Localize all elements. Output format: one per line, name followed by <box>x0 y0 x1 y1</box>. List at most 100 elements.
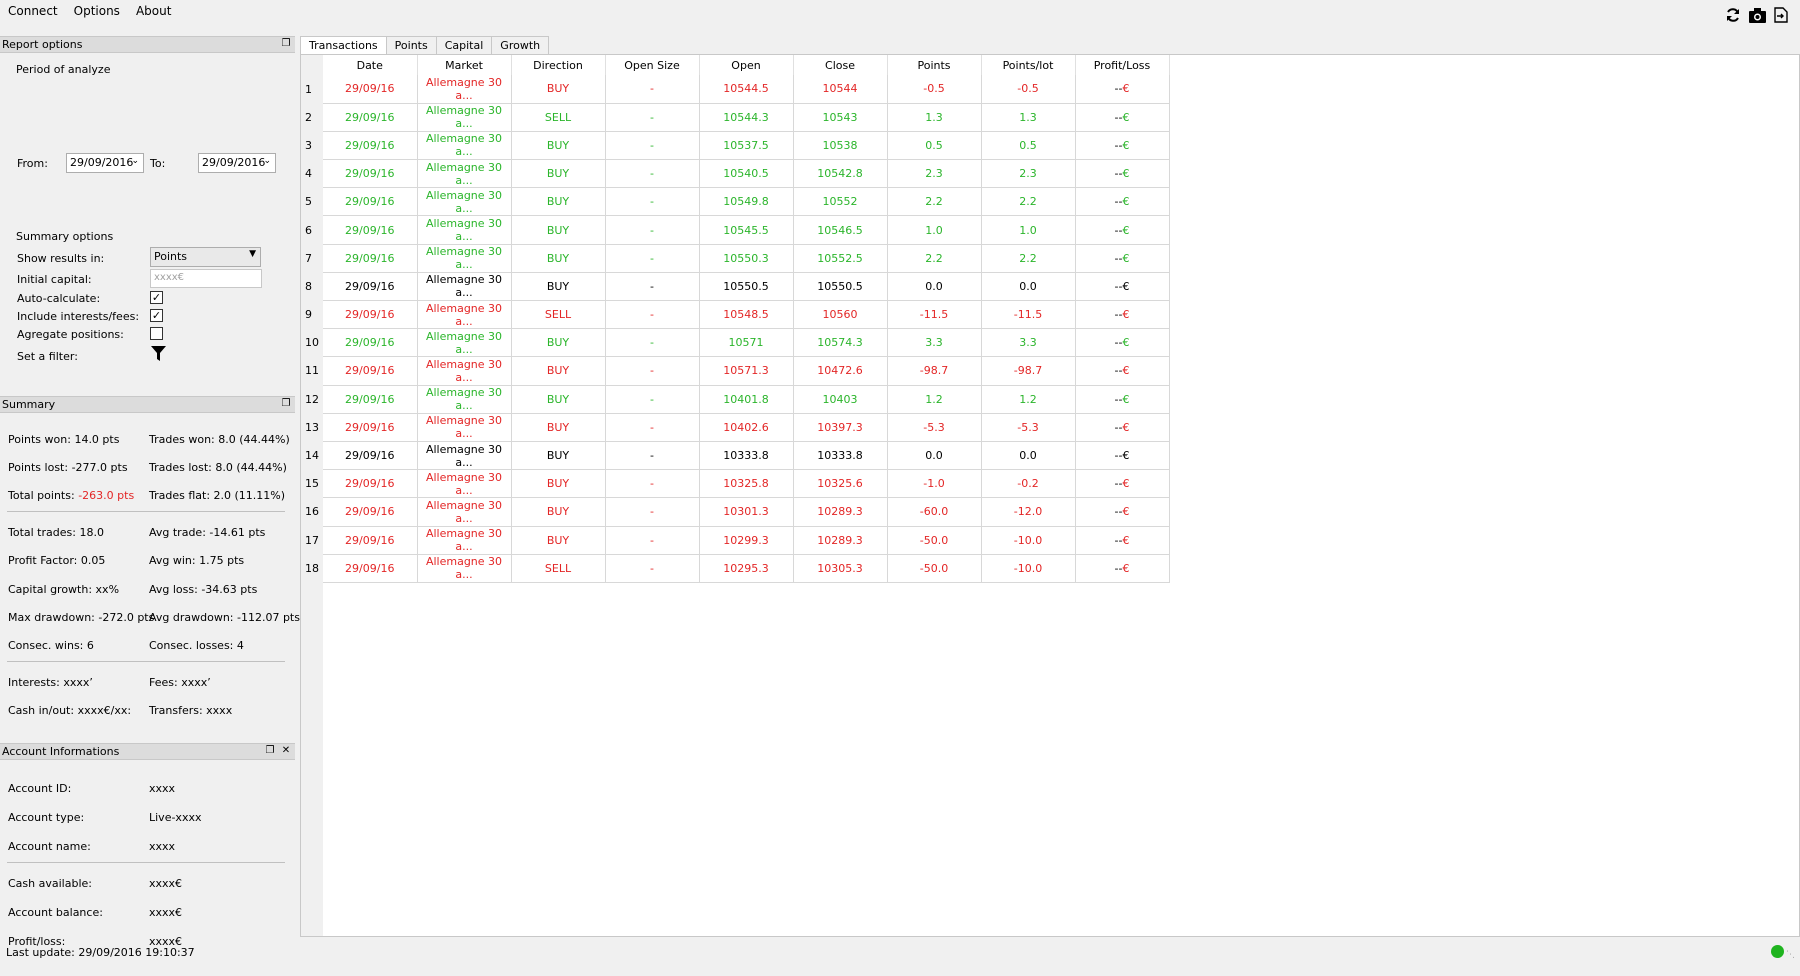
column-header[interactable]: Profit/Loss <box>1075 55 1170 75</box>
table-cell[interactable]: 10560 <box>793 300 888 330</box>
table-cell-profit-loss[interactable]: --€ <box>1075 215 1170 245</box>
table-cell[interactable]: BUY <box>511 272 606 302</box>
table-cell[interactable]: SELL <box>511 300 606 330</box>
table-cell-profit-loss[interactable]: --€ <box>1075 75 1170 104</box>
table-row[interactable]: 16 29/09/16 Allemagne 30 a... BUY -10301.3 10… <box>301 497 1170 527</box>
table-cell[interactable]: -0.2 <box>981 469 1076 499</box>
column-header[interactable]: Market <box>417 55 512 75</box>
table-cell[interactable]: 10544.5 <box>699 75 794 104</box>
table-cell[interactable]: - <box>605 356 700 386</box>
table-cell[interactable]: BUY <box>511 356 606 386</box>
table-cell[interactable]: -1.0 <box>887 469 982 499</box>
row-number[interactable]: 15 <box>301 469 323 498</box>
table-cell[interactable]: - <box>605 131 700 161</box>
table-cell[interactable]: 29/09/16 <box>323 497 418 527</box>
table-cell[interactable]: 10545.5 <box>699 215 794 245</box>
row-number[interactable]: 14 <box>301 441 323 470</box>
row-number[interactable]: 16 <box>301 497 323 526</box>
table-cell[interactable]: Allemagne 30 a... <box>417 385 512 414</box>
table-cell[interactable]: Allemagne 30 a... <box>417 469 512 499</box>
table-cell[interactable]: BUY <box>511 497 606 527</box>
table-cell[interactable]: 10550.3 <box>699 244 794 273</box>
table-cell[interactable]: 29/09/16 <box>323 469 418 499</box>
show-results-select[interactable]: Points ▼ <box>150 247 261 267</box>
table-cell[interactable]: 29/09/16 <box>323 159 418 189</box>
initial-capital-input[interactable]: xxxx€ <box>150 269 262 288</box>
table-cell[interactable]: SELL <box>511 103 606 132</box>
table-cell[interactable]: 10402.6 <box>699 413 794 442</box>
table-cell[interactable]: 10543 <box>793 103 888 132</box>
table-cell[interactable]: Allemagne 30 a... <box>417 554 512 583</box>
table-cell[interactable]: 29/09/16 <box>323 215 418 245</box>
table-cell[interactable]: Allemagne 30 a... <box>417 526 512 555</box>
close-icon[interactable]: ✕ <box>280 745 292 757</box>
table-cell[interactable]: - <box>605 385 700 414</box>
row-number[interactable]: 2 <box>301 103 323 132</box>
table-cell[interactable]: BUY <box>511 469 606 499</box>
table-cell[interactable]: 10299.3 <box>699 526 794 555</box>
table-cell[interactable]: Allemagne 30 a... <box>417 244 512 273</box>
table-cell[interactable]: 10538 <box>793 131 888 161</box>
table-cell[interactable]: -5.3 <box>887 413 982 442</box>
table-cell[interactable]: Allemagne 30 a... <box>417 413 512 442</box>
row-number[interactable]: 6 <box>301 215 323 245</box>
row-number[interactable]: 10 <box>301 328 323 357</box>
table-row[interactable]: 15 29/09/16 Allemagne 30 a... BUY -10325.8 10… <box>301 469 1170 499</box>
table-cell[interactable]: 10289.3 <box>793 497 888 527</box>
table-cell[interactable]: 10542.8 <box>793 159 888 189</box>
table-cell[interactable]: Allemagne 30 a... <box>417 300 512 330</box>
table-cell[interactable]: 10552 <box>793 187 888 217</box>
table-cell[interactable]: 10544 <box>793 75 888 104</box>
table-cell[interactable]: 29/09/16 <box>323 356 418 386</box>
table-cell[interactable]: 10537.5 <box>699 131 794 161</box>
table-cell[interactable]: 2.3 <box>887 159 982 189</box>
table-cell[interactable]: 0.0 <box>887 272 982 302</box>
table-cell[interactable]: - <box>605 328 700 358</box>
column-header[interactable]: Direction <box>511 55 606 75</box>
table-cell[interactable]: 10301.3 <box>699 497 794 527</box>
column-header[interactable]: Close <box>793 55 888 75</box>
table-cell[interactable]: 10574.3 <box>793 328 888 358</box>
row-number[interactable]: 5 <box>301 187 323 216</box>
table-cell-profit-loss[interactable]: --€ <box>1075 272 1170 302</box>
table-cell[interactable]: BUY <box>511 385 606 414</box>
table-cell[interactable]: 10325.8 <box>699 469 794 499</box>
column-header[interactable]: Points <box>887 55 982 75</box>
resize-grip[interactable]: ⋱ <box>1786 950 1798 962</box>
table-cell[interactable]: SELL <box>511 554 606 583</box>
table-cell[interactable]: 2.3 <box>981 159 1076 189</box>
table-cell[interactable]: -12.0 <box>981 497 1076 527</box>
table-cell[interactable]: 29/09/16 <box>323 554 418 583</box>
table-cell[interactable]: 1.2 <box>887 385 982 414</box>
table-cell-profit-loss[interactable]: --€ <box>1075 469 1170 499</box>
table-row[interactable]: 18 29/09/16 Allemagne 30 a... SELL -10295.3 1… <box>301 554 1170 583</box>
table-cell[interactable]: 2.2 <box>887 187 982 217</box>
table-cell-profit-loss[interactable]: --€ <box>1075 385 1170 414</box>
table-cell[interactable]: 10548.5 <box>699 300 794 330</box>
table-cell-profit-loss[interactable]: --€ <box>1075 187 1170 217</box>
table-cell[interactable]: 2.2 <box>981 244 1076 273</box>
table-cell[interactable]: 2.2 <box>887 244 982 273</box>
table-cell-profit-loss[interactable]: --€ <box>1075 244 1170 273</box>
camera-icon[interactable] <box>1748 6 1766 24</box>
table-cell-profit-loss[interactable]: --€ <box>1075 356 1170 386</box>
export-icon[interactable] <box>1772 6 1790 24</box>
table-cell[interactable]: -60.0 <box>887 497 982 527</box>
table-cell-profit-loss[interactable]: --€ <box>1075 159 1170 189</box>
table-cell[interactable]: - <box>605 300 700 330</box>
table-cell[interactable]: 3.3 <box>981 328 1076 358</box>
table-cell[interactable]: 10325.6 <box>793 469 888 499</box>
table-cell[interactable]: Allemagne 30 a... <box>417 328 512 358</box>
row-number[interactable]: 12 <box>301 385 323 414</box>
table-cell[interactable]: 29/09/16 <box>323 441 418 471</box>
table-cell[interactable]: 10289.3 <box>793 526 888 555</box>
table-cell[interactable]: -50.0 <box>887 554 982 583</box>
table-row[interactable]: 10 29/09/16 Allemagne 30 a... BUY -10571 1057… <box>301 328 1170 358</box>
table-cell[interactable]: - <box>605 554 700 583</box>
table-cell[interactable]: -50.0 <box>887 526 982 555</box>
table-cell[interactable]: BUY <box>511 441 606 471</box>
table-row[interactable]: 7 29/09/16 Allemagne 30 a... BUY -10550.3 105… <box>301 244 1170 273</box>
tab-transactions[interactable]: Transactions <box>300 36 387 55</box>
table-cell[interactable]: 29/09/16 <box>323 244 418 273</box>
row-number[interactable]: 4 <box>301 159 323 188</box>
